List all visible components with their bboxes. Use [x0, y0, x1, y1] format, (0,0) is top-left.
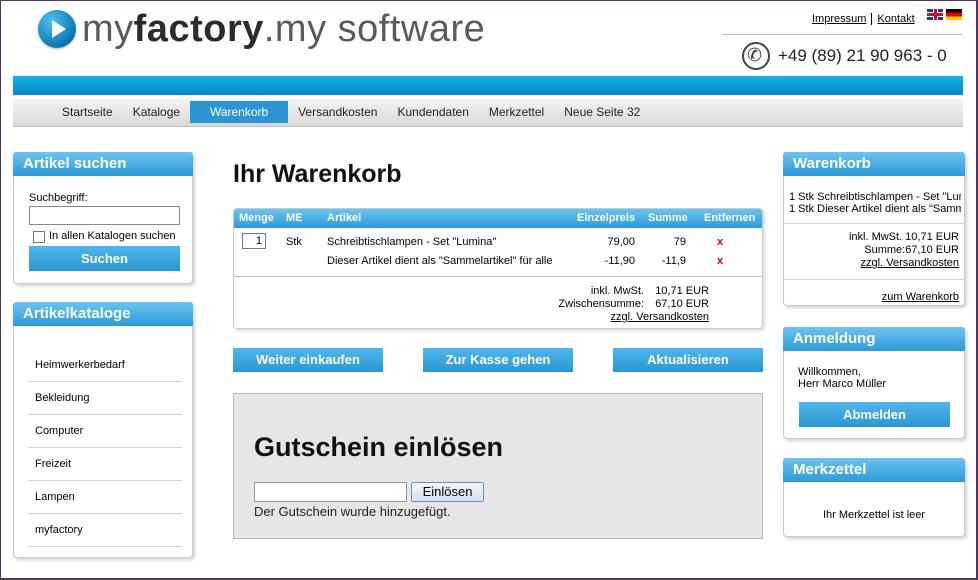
cart-widget-lines: 1 Stk Schreibtischlampen - Set "Lumina" …: [789, 191, 961, 215]
col-artikel: Artikel: [327, 212, 362, 224]
header-band: [13, 76, 963, 95]
divider: [784, 279, 964, 280]
cart-widget-totals: inkl. MwSt. 10,71 EUR Summe:67,10 EUR zz…: [849, 231, 959, 270]
search-button[interactable]: Suchen: [29, 246, 180, 271]
flag-de-icon[interactable]: [946, 9, 962, 20]
catalog-item-bekleidung[interactable]: Bekleidung: [28, 382, 182, 415]
divider: [234, 276, 762, 277]
row-price: -11,90: [604, 255, 635, 267]
catalog-item-lampen[interactable]: Lampen: [28, 481, 182, 514]
divider: [722, 34, 962, 35]
memo-panel-title: Merkzettel: [783, 458, 965, 482]
cart-widget: Warenkorb 1 Stk Schreibtischlampen - Set…: [783, 152, 965, 306]
login-greeting: Willkommen, Herr Marco Müller: [798, 366, 886, 390]
divider: [784, 223, 964, 224]
row-article: Schreibtischlampen - Set "Lumina": [327, 236, 497, 248]
remove-icon[interactable]: x: [717, 255, 723, 267]
to-cart-link[interactable]: zum Warenkorb: [882, 291, 959, 303]
search-input[interactable]: [29, 206, 180, 225]
cart-widget-line: 1 Stk Schreibtischlampen - Set "Lumina": [789, 191, 961, 203]
cart-widget-vat: inkl. MwSt. 10,71 EUR: [848, 231, 959, 243]
login-panel-title: Anmeldung: [783, 327, 965, 351]
catalog-item-freizeit[interactable]: Freizeit: [28, 448, 182, 481]
shipping-link[interactable]: zzgl. Versandkosten: [611, 311, 709, 324]
voucher-panel: Gutschein einlösen Einlösen Der Gutschei…: [233, 393, 763, 539]
col-summe: Summe: [648, 212, 688, 224]
quantity-input[interactable]: 1: [242, 233, 266, 249]
nav-kundendaten[interactable]: Kundendaten: [387, 99, 478, 126]
remove-icon[interactable]: x: [717, 236, 723, 248]
catalog-list: Heimwerkerbedarf Bekleidung Computer Fre…: [28, 349, 182, 547]
vat-value: 10,71 EUR: [655, 285, 709, 297]
cart-totals: inkl. MwSt. 10,71 EUR Zwischensumme: 67,10…: [558, 285, 709, 324]
voucher-title: Gutschein einlösen: [254, 432, 504, 462]
row-unit: Stk: [286, 236, 302, 248]
update-button[interactable]: Aktualisieren: [613, 348, 763, 372]
col-entfernen: Entfernen: [704, 212, 756, 224]
table-row: Dieser Artikel dient als "Sammelartikel"…: [234, 252, 762, 270]
catalog-item-heimwerkerbedarf[interactable]: Heimwerkerbedarf: [28, 349, 182, 382]
logout-button[interactable]: Abmelden: [799, 402, 950, 427]
col-einzelpreis: Einzelpreis: [577, 212, 636, 224]
row-sum: 79: [673, 236, 686, 248]
login-panel: Anmeldung Willkommen, Herr Marco Müller …: [783, 327, 965, 439]
cart-table: Menge ME Artikel Einzelpreis Summe Entfe…: [233, 208, 763, 329]
kontakt-link[interactable]: Kontakt: [877, 13, 914, 25]
row-sum: -11,9: [661, 255, 686, 267]
cart-widget-line: 1 Stk Dieser Artikel dient als "Sammelar…: [789, 203, 961, 215]
row-price: 79,00: [607, 236, 635, 248]
divider: [871, 13, 873, 25]
cart-widget-shipping-link[interactable]: zzgl. Versandkosten: [861, 257, 959, 269]
nav-merkzettel[interactable]: Merkzettel: [479, 99, 554, 126]
main-nav: Startseite Kataloge Warenkorb Versandkos…: [13, 99, 963, 127]
redeem-button[interactable]: Einlösen: [411, 482, 484, 502]
voucher-message: Der Gutschein wurde hinzugefügt.: [254, 504, 451, 519]
logo-text: myfactory.my software: [82, 8, 486, 50]
phone-icon: [742, 42, 770, 70]
all-catalogs-checkbox[interactable]: [33, 231, 45, 243]
catalog-panel: Artikelkataloge Heimwerkerbedarf Bekleid…: [13, 302, 193, 558]
nav-neue-seite-32[interactable]: Neue Seite 32: [554, 99, 650, 126]
col-menge: Menge: [239, 212, 274, 224]
cart-widget-sum: Summe:67,10 EUR: [864, 244, 959, 256]
memo-empty-text: Ihr Merkzettel ist leer: [822, 509, 926, 521]
user-name: Herr Marco Müller: [798, 378, 887, 390]
catalog-item-myfactory[interactable]: myfactory: [28, 514, 182, 547]
impressum-link[interactable]: Impressum: [812, 13, 866, 25]
flag-uk-icon[interactable]: [927, 9, 943, 20]
subtotal-label: Zwischensumme:: [558, 298, 644, 310]
memo-panel: Merkzettel Ihr Merkzettel ist leer: [783, 458, 965, 537]
table-header: Menge ME Artikel Einzelpreis Summe Entfe…: [234, 209, 762, 228]
vat-label: inkl. MwSt.: [590, 285, 644, 297]
catalog-panel-title: Artikelkataloge: [13, 302, 193, 326]
greeting-text: Willkommen,: [798, 366, 861, 378]
nav-warenkorb[interactable]: Warenkorb: [190, 101, 289, 123]
page-title: Ihr Warenkorb: [233, 160, 402, 188]
logo[interactable]: myfactory.my software: [38, 10, 485, 48]
catalog-item-computer[interactable]: Computer: [28, 415, 182, 448]
play-logo-icon: [38, 10, 76, 48]
search-panel: Artikel suchen Suchbegriff: In allen Kat…: [13, 152, 193, 284]
subtotal-value: 67,10 EUR: [655, 298, 709, 310]
voucher-input[interactable]: [254, 482, 407, 502]
nav-kataloge[interactable]: Kataloge: [123, 99, 190, 126]
nav-versandkosten[interactable]: Versandkosten: [288, 99, 387, 126]
cart-widget-title: Warenkorb: [783, 152, 965, 176]
top-links: Impressum Kontakt: [812, 13, 915, 25]
phone-number: +49 (89) 21 90 963 - 0: [742, 42, 947, 70]
phone-text: +49 (89) 21 90 963 - 0: [778, 46, 947, 65]
checkout-button[interactable]: Zur Kasse gehen: [423, 348, 573, 372]
continue-shopping-button[interactable]: Weiter einkaufen: [233, 348, 383, 372]
search-label: Suchbegriff:: [29, 192, 88, 204]
search-panel-title: Artikel suchen: [13, 152, 193, 176]
language-flags: [927, 9, 962, 20]
nav-startseite[interactable]: Startseite: [52, 99, 123, 126]
row-article: Dieser Artikel dient als "Sammelartikel"…: [327, 255, 553, 267]
all-catalogs-label: In allen Katalogen suchen: [49, 230, 176, 242]
col-me: ME: [286, 212, 303, 224]
table-row: 1 Stk Schreibtischlampen - Set "Lumina" …: [234, 233, 762, 251]
